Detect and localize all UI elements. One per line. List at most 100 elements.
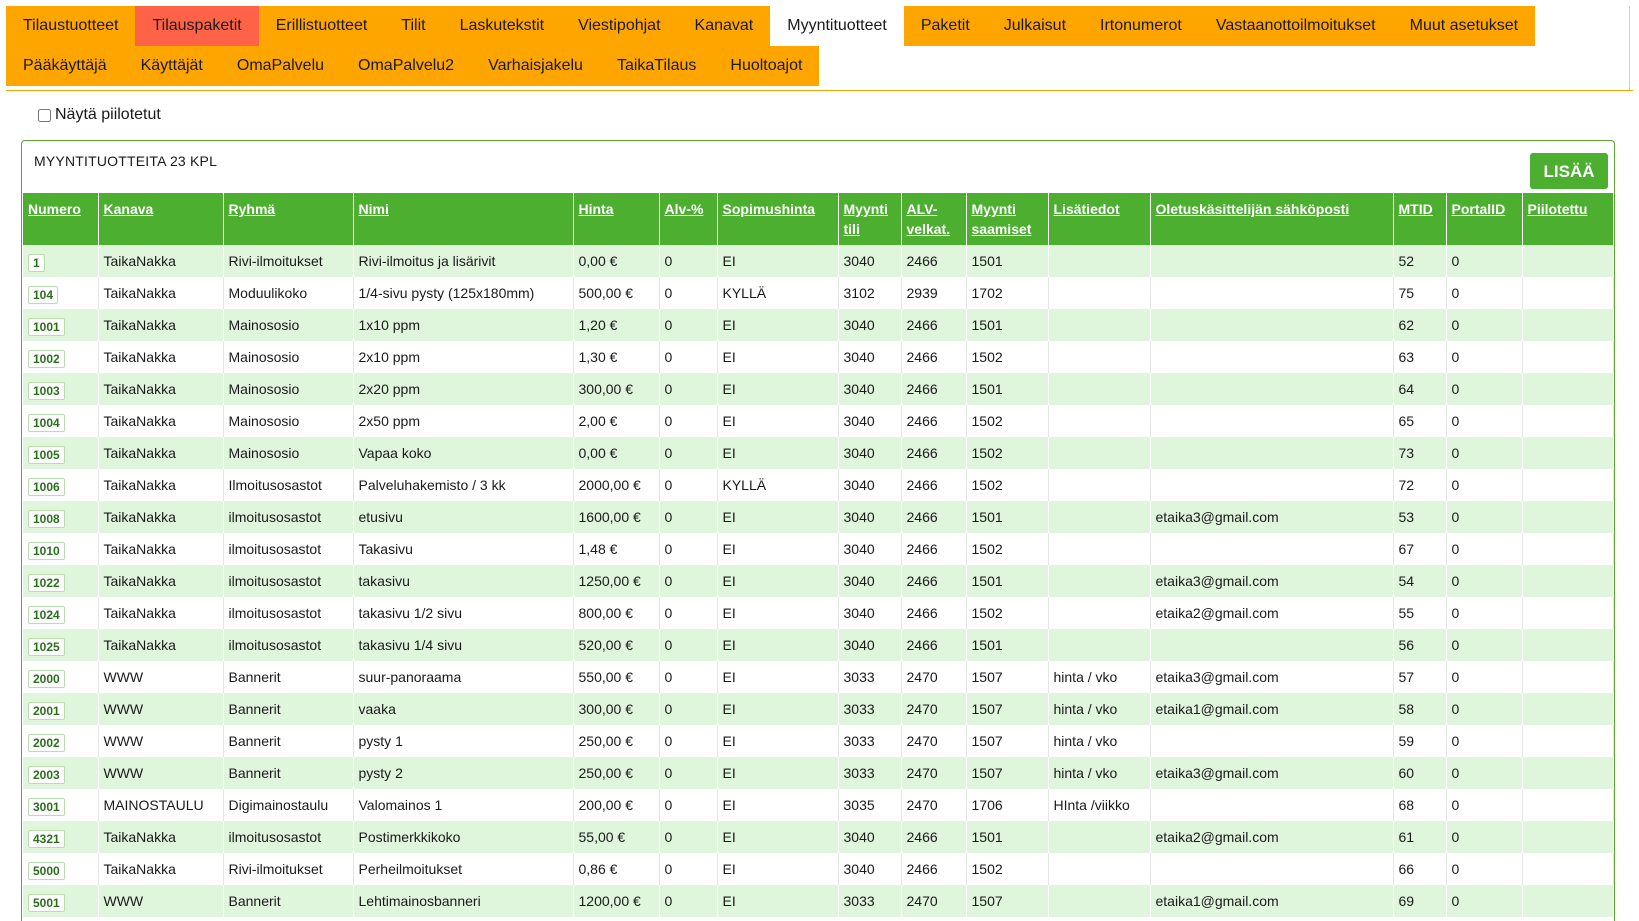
tab-huoltoajot[interactable]: Huoltoajot [713, 46, 820, 86]
column-header-sopimushinta[interactable]: Sopimushinta [717, 193, 839, 245]
column-header-ryhma[interactable]: Ryhmä [223, 193, 354, 245]
column-header-email[interactable]: Oletuskäsittelijän sähköposti [1150, 193, 1394, 245]
row-number-button[interactable]: 1003 [28, 382, 65, 400]
row-number-button[interactable]: 5001 [28, 894, 65, 912]
column-header-piilotettu[interactable]: Piilotettu [1522, 193, 1614, 245]
row-number-button[interactable]: 1024 [28, 606, 65, 624]
column-header-numero[interactable]: Numero [23, 193, 99, 245]
tab-taikatilaus[interactable]: TaikaTilaus [599, 46, 714, 86]
row-number-button[interactable]: 1008 [28, 510, 65, 528]
tab-varhaisjakelu[interactable]: Varhaisjakelu [471, 46, 600, 86]
table-row: 104 TaikaNakka Moduulikoko 1/4-sivu pysty (… [23, 277, 1614, 309]
cell-mtid: 73 [1393, 437, 1447, 469]
tab-irtonumerot[interactable]: Irtonumerot [1083, 6, 1199, 46]
tab-tilauspaketit[interactable]: Tilauspaketit [135, 6, 259, 46]
table-row: 2001 WWW Bannerit vaaka 300,00 €0 EI 3033 2470 1… [23, 693, 1614, 725]
column-header-alv[interactable]: Alv-% [659, 193, 718, 245]
cell-piilotettu [1522, 821, 1614, 853]
cell-alvvelkat: 2466 [901, 405, 967, 437]
show-hidden-toggle[interactable]: Näytä piilotetut [36, 106, 161, 124]
row-number-button[interactable]: 2001 [28, 702, 65, 720]
cell-hinta: 1,48 € [573, 533, 660, 565]
cell-mtid: 67 [1393, 533, 1447, 565]
tab-tilaustuotteet[interactable]: Tilaustuotteet [6, 6, 136, 46]
column-header-mtid[interactable]: MTID [1393, 193, 1447, 245]
cell-numero: 3001 [23, 789, 99, 821]
cell-email [1150, 309, 1394, 341]
cell-kanava: TaikaNakka [98, 565, 224, 597]
cell-myyntitili: 3033 [838, 693, 902, 725]
cell-portalid: 0 [1446, 277, 1523, 309]
cell-mtid: 60 [1393, 757, 1447, 789]
row-number-button[interactable]: 1022 [28, 574, 65, 592]
cell-lisatiedot: hinta / vko [1048, 757, 1151, 789]
row-number-button[interactable]: 4321 [28, 830, 65, 848]
tab-muut-asetukset[interactable]: Muut asetukset [1392, 6, 1536, 46]
tab-omapalvelu[interactable]: OmaPalvelu [219, 46, 342, 86]
tab-erillistuotteet[interactable]: Erillistuotteet [258, 6, 385, 46]
cell-numero: 1005 [23, 437, 99, 469]
row-number-button[interactable]: 1004 [28, 414, 65, 432]
column-header-kanava[interactable]: Kanava [98, 193, 224, 245]
cell-mtid: 56 [1393, 629, 1447, 661]
column-header-hinta[interactable]: Hinta [573, 193, 660, 245]
row-number-button[interactable]: 1 [28, 254, 45, 272]
column-header-portalid[interactable]: PortalID [1446, 193, 1523, 245]
show-hidden-checkbox[interactable] [38, 108, 51, 122]
row-number-button[interactable]: 1005 [28, 446, 65, 464]
cell-email: etaika3@gmail.com [1150, 501, 1394, 533]
top-navigation: Tilaustuotteet Tilauspaketit Erillistuotte… [6, 6, 1633, 91]
products-table: Numero Kanava Ryhmä Nimi Hinta Alv-% Sopimushi… [23, 193, 1614, 917]
tab-viestipohjat[interactable]: Viestipohjat [561, 6, 678, 46]
cell-alvvelkat: 2466 [901, 341, 967, 373]
cell-portalid: 0 [1446, 533, 1523, 565]
cell-kanava: TaikaNakka [98, 277, 224, 309]
row-number-button[interactable]: 2002 [28, 734, 65, 752]
tab-omapalvelu2[interactable]: OmaPalvelu2 [341, 46, 472, 86]
tab-julkaisut[interactable]: Julkaisut [986, 6, 1084, 46]
cell-ryhma: ilmoitusosastot [223, 821, 354, 853]
cell-ryhma: Ilmoitusosastot [223, 469, 354, 501]
cell-nimi: suur-panoraama [353, 661, 574, 693]
tab-tilit[interactable]: Tilit [384, 6, 443, 46]
cell-mtid: 68 [1393, 789, 1447, 821]
add-button[interactable]: LISÄÄ [1530, 153, 1608, 189]
cell-ryhma: ilmoitusosastot [223, 597, 354, 629]
tab-pääkäyttäjä[interactable]: Pääkäyttäjä [6, 46, 124, 86]
row-number-button[interactable]: 104 [28, 286, 59, 304]
cell-alvvelkat: 2470 [901, 757, 967, 789]
tab-vastaanottoilmoitukset[interactable]: Vastaanottoilmoitukset [1198, 6, 1393, 46]
cell-sopimushinta: EI [717, 597, 839, 629]
column-header-nimi[interactable]: Nimi [353, 193, 574, 245]
tab-paketit[interactable]: Paketit [903, 6, 987, 46]
tab-kanavat[interactable]: Kanavat [677, 6, 771, 46]
row-number-button[interactable]: 1010 [28, 542, 65, 560]
tab-laskutekstit[interactable]: Laskutekstit [442, 6, 562, 46]
cell-piilotettu [1522, 853, 1614, 885]
column-header-myyntitili[interactable]: Myynti tili [838, 193, 902, 245]
row-number-button[interactable]: 2003 [28, 766, 65, 784]
row-number-button[interactable]: 1001 [28, 318, 65, 336]
cell-portalid: 0 [1446, 885, 1523, 917]
cell-ryhma: Bannerit [223, 885, 354, 917]
row-number-button[interactable]: 1006 [28, 478, 65, 496]
cell-ryhma: Bannerit [223, 757, 354, 789]
row-number-button[interactable]: 5000 [28, 862, 65, 880]
cell-myyntitili: 3040 [838, 405, 902, 437]
tab-käyttäjät[interactable]: Käyttäjät [123, 46, 220, 86]
cell-sopimushinta: EI [717, 533, 839, 565]
row-number-button[interactable]: 3001 [28, 798, 65, 816]
row-number-button[interactable]: 2000 [28, 670, 65, 688]
table-row: 1003 TaikaNakka Mainososio 2x20 ppm 300,00 €… [23, 373, 1614, 405]
cell-hinta: 800,00 € [573, 597, 660, 629]
table-row: 5000 TaikaNakka Rivi-ilmoitukset Perheilmoi… [23, 853, 1614, 885]
row-number-button[interactable]: 1025 [28, 638, 65, 656]
tab-myyntituotteet[interactable]: Myyntituotteet [770, 6, 904, 46]
table-row: 1005 TaikaNakka Mainososio Vapaa koko 0,00 €… [23, 437, 1614, 469]
row-number-button[interactable]: 1002 [28, 350, 65, 368]
cell-alv: 0 [659, 629, 718, 661]
column-header-lisatiedot[interactable]: Lisätiedot [1048, 193, 1151, 245]
column-header-alvvelkat[interactable]: ALV-velkat. [901, 193, 967, 245]
cell-piilotettu [1522, 789, 1614, 821]
column-header-myyntisaamiset[interactable]: Myynti saamiset [966, 193, 1049, 245]
